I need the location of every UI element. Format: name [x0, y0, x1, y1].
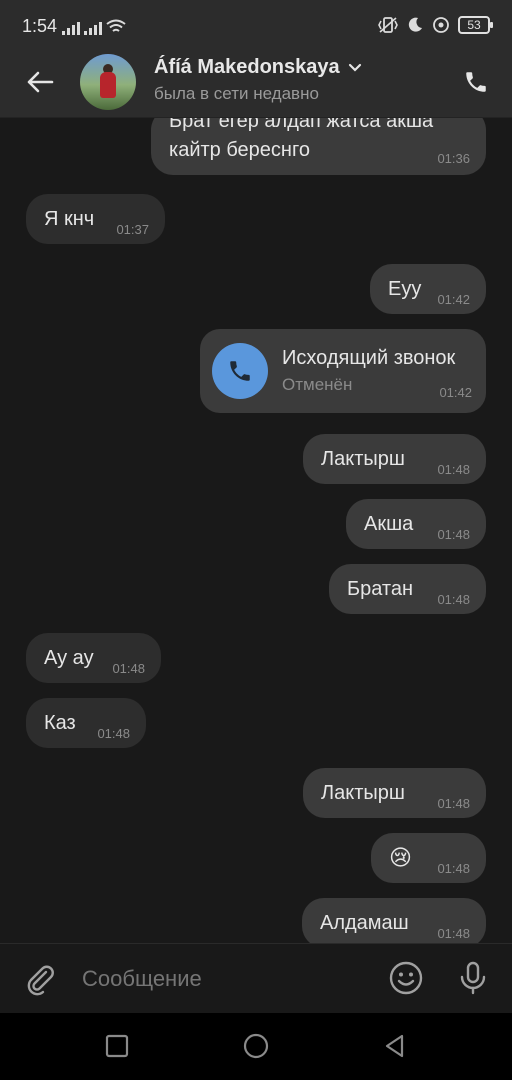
avatar[interactable]: [80, 54, 136, 110]
signal-icon-2: [84, 21, 102, 35]
message-time: 01:36: [437, 151, 470, 166]
message-text: Лактырш: [321, 448, 405, 470]
data-saver-icon: [433, 17, 449, 33]
message-composer: [0, 943, 512, 1013]
message-bubble[interactable]: Еуу 01:42: [370, 264, 486, 314]
call-button[interactable]: [458, 64, 494, 100]
microphone-icon: [460, 961, 486, 995]
battery-indicator: 53: [458, 16, 493, 34]
message-bubble[interactable]: Брат егер алдап жатса акша кайтр береснг…: [151, 118, 486, 175]
message-time: 01:48: [437, 796, 470, 811]
message-text: Братан: [347, 578, 414, 600]
voice-message-button[interactable]: [455, 960, 491, 996]
phone-icon: [230, 361, 250, 381]
message-time: 01:48: [437, 527, 470, 542]
status-bar: 1:54 53: [0, 0, 512, 54]
signal-indicators: [62, 19, 126, 35]
message-text: кайтр береснго: [169, 139, 310, 161]
message-bubble[interactable]: Каз 01:48: [26, 698, 146, 748]
message-text: Брат егер алдап жатса акша: [169, 118, 434, 132]
message-time: 01:42: [439, 385, 472, 400]
message-bubble[interactable]: Акша 01:48: [346, 499, 486, 549]
message-bubble[interactable]: Лактырш 01:48: [303, 434, 486, 484]
system-nav-bar: [0, 1013, 512, 1080]
back-nav-button[interactable]: [382, 1033, 408, 1059]
message-text: Акша: [364, 513, 414, 535]
message-text: Каз: [44, 712, 76, 734]
arrow-left-icon: [27, 71, 54, 93]
message-time: 01:48: [437, 592, 470, 607]
smiley-icon: [389, 961, 423, 995]
message-time: 01:37: [116, 222, 149, 237]
message-list[interactable]: Брат егер алдап жатса акша кайтр береснг…: [0, 118, 512, 943]
message-bubble[interactable]: 😢 01:48: [371, 833, 486, 883]
call-icon-button[interactable]: [212, 343, 268, 399]
signal-icon: [62, 21, 80, 35]
contact-name: Áfíá Makedonskaya: [154, 56, 340, 78]
message-time: 01:48: [437, 462, 470, 477]
moon-icon: [408, 17, 422, 32]
message-bubble[interactable]: Я кнч 01:37: [26, 194, 165, 244]
message-time: 01:48: [437, 926, 470, 941]
chat-header: Áfíá Makedonskaya была в сети недавно: [0, 54, 512, 118]
crying-emoji: 😢: [389, 845, 412, 870]
message-bubble[interactable]: Ау ау 01:48: [26, 633, 161, 683]
message-text: Еуу: [388, 278, 422, 300]
home-button[interactable]: [243, 1033, 269, 1059]
status-time: 1:54: [22, 16, 58, 36]
call-title: Исходящий звонок: [282, 347, 456, 369]
call-message-bubble[interactable]: Исходящий звонок Отменён 01:42: [200, 329, 486, 413]
message-time: 01:48: [112, 661, 145, 676]
recents-button[interactable]: [104, 1033, 130, 1059]
message-text: Ау ау: [44, 647, 94, 669]
paperclip-icon: [27, 965, 54, 996]
wifi-icon: [106, 19, 126, 32]
phone-icon: [466, 72, 486, 92]
emoji-button[interactable]: [388, 960, 424, 996]
contact-status: была в сети недавно: [154, 84, 319, 103]
message-time: 01:48: [437, 861, 470, 876]
message-input[interactable]: [82, 966, 372, 992]
message-bubble[interactable]: Лактырш 01:48: [303, 768, 486, 818]
attach-button[interactable]: [22, 960, 58, 996]
message-time: 01:48: [97, 726, 130, 741]
vibrate-icon: [378, 17, 398, 33]
message-text: Лактырш: [321, 782, 405, 804]
message-text: Я кнч: [44, 208, 95, 230]
chevron-down-icon: [348, 63, 361, 72]
contact-name-button[interactable]: Áfíá Makedonskaya: [154, 56, 362, 79]
message-text: Алдамаш: [320, 912, 409, 934]
back-button[interactable]: [22, 64, 58, 100]
message-time: 01:42: [437, 292, 470, 307]
message-bubble[interactable]: Алдамаш 01:48: [302, 898, 486, 943]
call-status: Отменён: [282, 375, 353, 394]
message-bubble[interactable]: Братан 01:48: [329, 564, 486, 614]
